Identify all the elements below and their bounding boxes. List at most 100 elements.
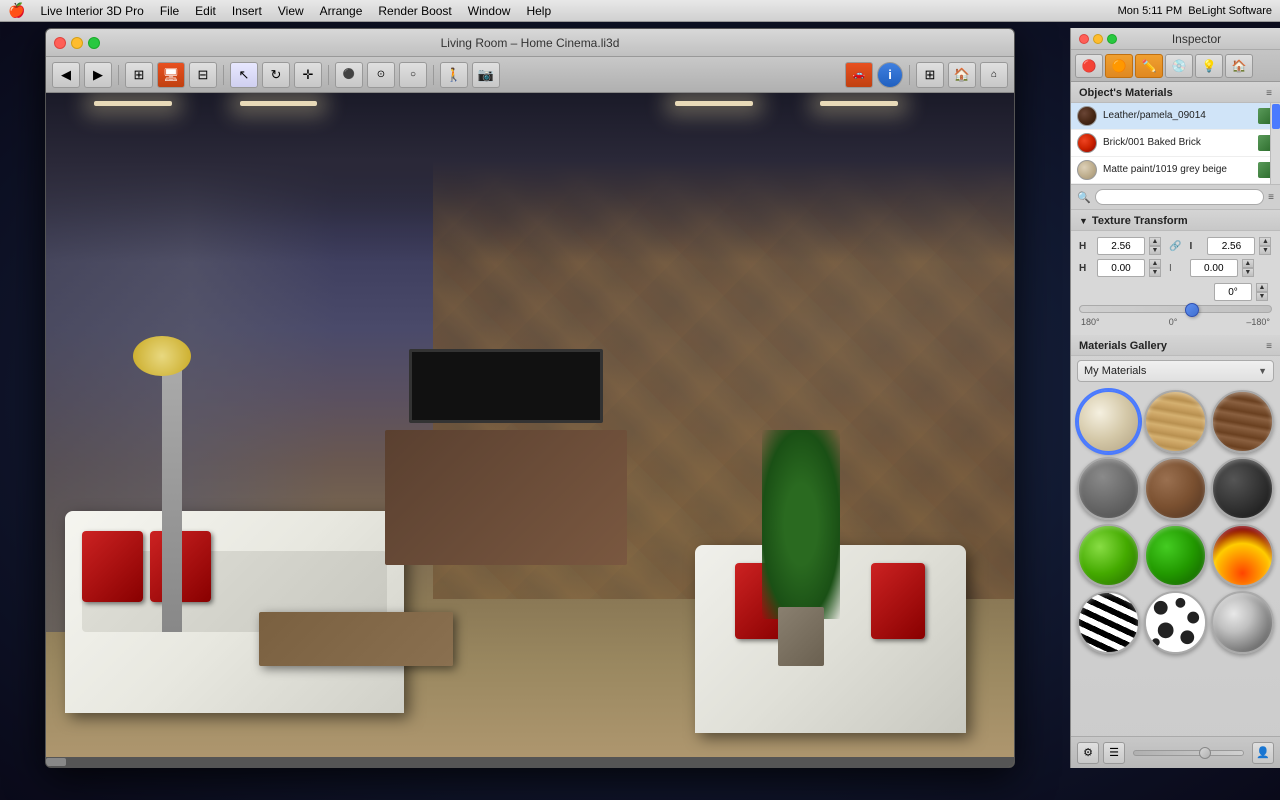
gallery-item-brown[interactable] xyxy=(1144,457,1207,520)
toolbar-sep-4 xyxy=(433,65,434,85)
light-button[interactable]: ○ xyxy=(399,62,427,88)
tt-v2-stepper[interactable]: ▲ ▼ xyxy=(1242,259,1254,277)
tt-h1-stepper[interactable]: ▲ ▼ xyxy=(1149,237,1161,255)
tt-h1-step-down[interactable]: ▼ xyxy=(1149,246,1161,255)
resize-button[interactable]: ⊞ xyxy=(916,62,944,88)
camera-button[interactable]: ⊙ xyxy=(367,62,395,88)
car-button[interactable]: 🚗 xyxy=(845,62,873,88)
tt-h2-step-up[interactable]: ▲ xyxy=(1149,259,1161,268)
size-slider-track[interactable] xyxy=(1133,750,1244,756)
angle-step-up[interactable]: ▲ xyxy=(1256,283,1268,292)
materials-scrollbar[interactable] xyxy=(1270,103,1280,184)
gallery-item-zebra[interactable] xyxy=(1077,591,1140,654)
apple-menu[interactable]: 🍎 xyxy=(8,2,25,19)
gallery-item-concrete[interactable] xyxy=(1077,457,1140,520)
gallery-item-dark[interactable] xyxy=(1211,457,1274,520)
info-button[interactable]: i xyxy=(877,62,903,88)
tt-h2-input[interactable] xyxy=(1097,259,1145,277)
viewport-scrollbar[interactable] xyxy=(46,757,1014,767)
tt-h1-input[interactable] xyxy=(1097,237,1145,255)
tab-texture[interactable]: 💿 xyxy=(1165,54,1193,78)
gallery-item-green-dark[interactable] xyxy=(1144,524,1207,587)
angle-input[interactable] xyxy=(1214,283,1252,301)
menu-window[interactable]: Window xyxy=(461,3,518,19)
gallery-item-cream[interactable] xyxy=(1077,390,1140,453)
move-tool[interactable]: ✛ xyxy=(294,62,322,88)
viewport[interactable] xyxy=(46,93,1014,767)
tt-v1-input[interactable] xyxy=(1207,237,1255,255)
material-item-0[interactable]: Leather/pamela_09014 xyxy=(1071,103,1280,130)
menu-arrange[interactable]: Arrange xyxy=(313,3,370,19)
material-item-2[interactable]: Matte paint/1019 grey beige xyxy=(1071,157,1280,184)
materials-options-icon[interactable]: ≡ xyxy=(1266,88,1272,99)
sphere-button[interactable]: ⚫ xyxy=(335,62,363,88)
panorama-button[interactable]: ⌂ xyxy=(980,62,1008,88)
gallery-header: Materials Gallery ≡ xyxy=(1071,335,1280,356)
gallery-grid xyxy=(1071,386,1280,658)
material-item-1[interactable]: Brick/001 Baked Brick xyxy=(1071,130,1280,157)
tt-v1-stepper[interactable]: ▲ ▼ xyxy=(1259,237,1271,255)
menu-insert[interactable]: Insert xyxy=(225,3,269,19)
forward-button[interactable]: ▶ xyxy=(84,62,112,88)
tab-material[interactable]: ✏️ xyxy=(1135,54,1163,78)
angle-slider-track[interactable] xyxy=(1079,305,1272,313)
size-slider-thumb[interactable] xyxy=(1199,747,1211,759)
tt-h2-stepper[interactable]: ▲ ▼ xyxy=(1149,259,1161,277)
maximize-button[interactable] xyxy=(88,37,100,49)
inspector-minimize[interactable] xyxy=(1093,34,1103,44)
inspector-maximize[interactable] xyxy=(1107,34,1117,44)
angle-slider-thumb[interactable] xyxy=(1185,303,1199,317)
person-button[interactable]: 👤 xyxy=(1252,742,1274,764)
gallery-label: Materials Gallery xyxy=(1079,340,1167,352)
gallery-options-icon[interactable]: ≡ xyxy=(1266,341,1272,352)
tab-room[interactable]: 🏠 xyxy=(1225,54,1253,78)
gallery-dropdown[interactable]: My Materials ▼ xyxy=(1077,360,1274,382)
material-search-input[interactable] xyxy=(1095,189,1264,205)
angle-label-mid: 0° xyxy=(1169,317,1178,327)
tt-v2-input[interactable] xyxy=(1190,259,1238,277)
texture-transform-section: H ▲ ▼ 🔗 I ▲ ▼ H ▲ ▼ I xyxy=(1071,231,1280,335)
ceiling-light-1 xyxy=(94,101,171,106)
angle-step-down[interactable]: ▼ xyxy=(1256,292,1268,301)
home-view-button[interactable]: 🏠 xyxy=(948,62,976,88)
view-button[interactable]: ⊟ xyxy=(189,62,217,88)
tt-v2-step-down[interactable]: ▼ xyxy=(1242,268,1254,277)
tt-h1-step-up[interactable]: ▲ xyxy=(1149,237,1161,246)
screenshot-button[interactable]: 📷 xyxy=(472,62,500,88)
list-options-icon[interactable]: ≡ xyxy=(1268,192,1274,203)
ceiling-light-2 xyxy=(240,101,317,106)
menu-app[interactable]: Live Interior 3D Pro xyxy=(33,3,150,19)
tt-v1-step-down[interactable]: ▼ xyxy=(1259,246,1271,255)
list-button[interactable]: ☰ xyxy=(1103,742,1125,764)
tt-v1-step-up[interactable]: ▲ xyxy=(1259,237,1271,246)
inspector-close[interactable] xyxy=(1079,34,1089,44)
tt-h2-step-down[interactable]: ▼ xyxy=(1149,268,1161,277)
gallery-item-wood-light[interactable] xyxy=(1144,390,1207,453)
menu-file[interactable]: File xyxy=(153,3,186,19)
gear-button[interactable]: ⚙ xyxy=(1077,742,1099,764)
menu-view[interactable]: View xyxy=(271,3,311,19)
gallery-item-silver[interactable] xyxy=(1211,591,1274,654)
tab-color[interactable]: 🟠 xyxy=(1105,54,1133,78)
tt-v2-step-up[interactable]: ▲ xyxy=(1242,259,1254,268)
menu-edit[interactable]: Edit xyxy=(188,3,223,19)
render-button[interactable]: 🖥 xyxy=(157,62,185,88)
texture-transform-chevron[interactable]: ▼ xyxy=(1079,216,1088,226)
menu-help[interactable]: Help xyxy=(519,3,558,19)
gallery-item-dalmatian[interactable] xyxy=(1144,591,1207,654)
gallery-item-fire[interactable] xyxy=(1211,524,1274,587)
angle-stepper[interactable]: ▲ ▼ xyxy=(1256,283,1268,301)
walk-button[interactable]: 🚶 xyxy=(440,62,468,88)
close-button[interactable] xyxy=(54,37,66,49)
gallery-item-wood-dark[interactable] xyxy=(1211,390,1274,453)
gallery-item-green-bright[interactable] xyxy=(1077,524,1140,587)
tab-light[interactable]: 💡 xyxy=(1195,54,1223,78)
floorplan-button[interactable]: ⊞ xyxy=(125,62,153,88)
rotate-tool[interactable]: ↻ xyxy=(262,62,290,88)
back-button[interactable]: ◀ xyxy=(52,62,80,88)
menu-render-boost[interactable]: Render Boost xyxy=(371,3,458,19)
minimize-button[interactable] xyxy=(71,37,83,49)
select-tool[interactable]: ↖ xyxy=(230,62,258,88)
viewport-scroll-thumb[interactable] xyxy=(46,758,66,766)
tab-object[interactable]: 🔴 xyxy=(1075,54,1103,78)
